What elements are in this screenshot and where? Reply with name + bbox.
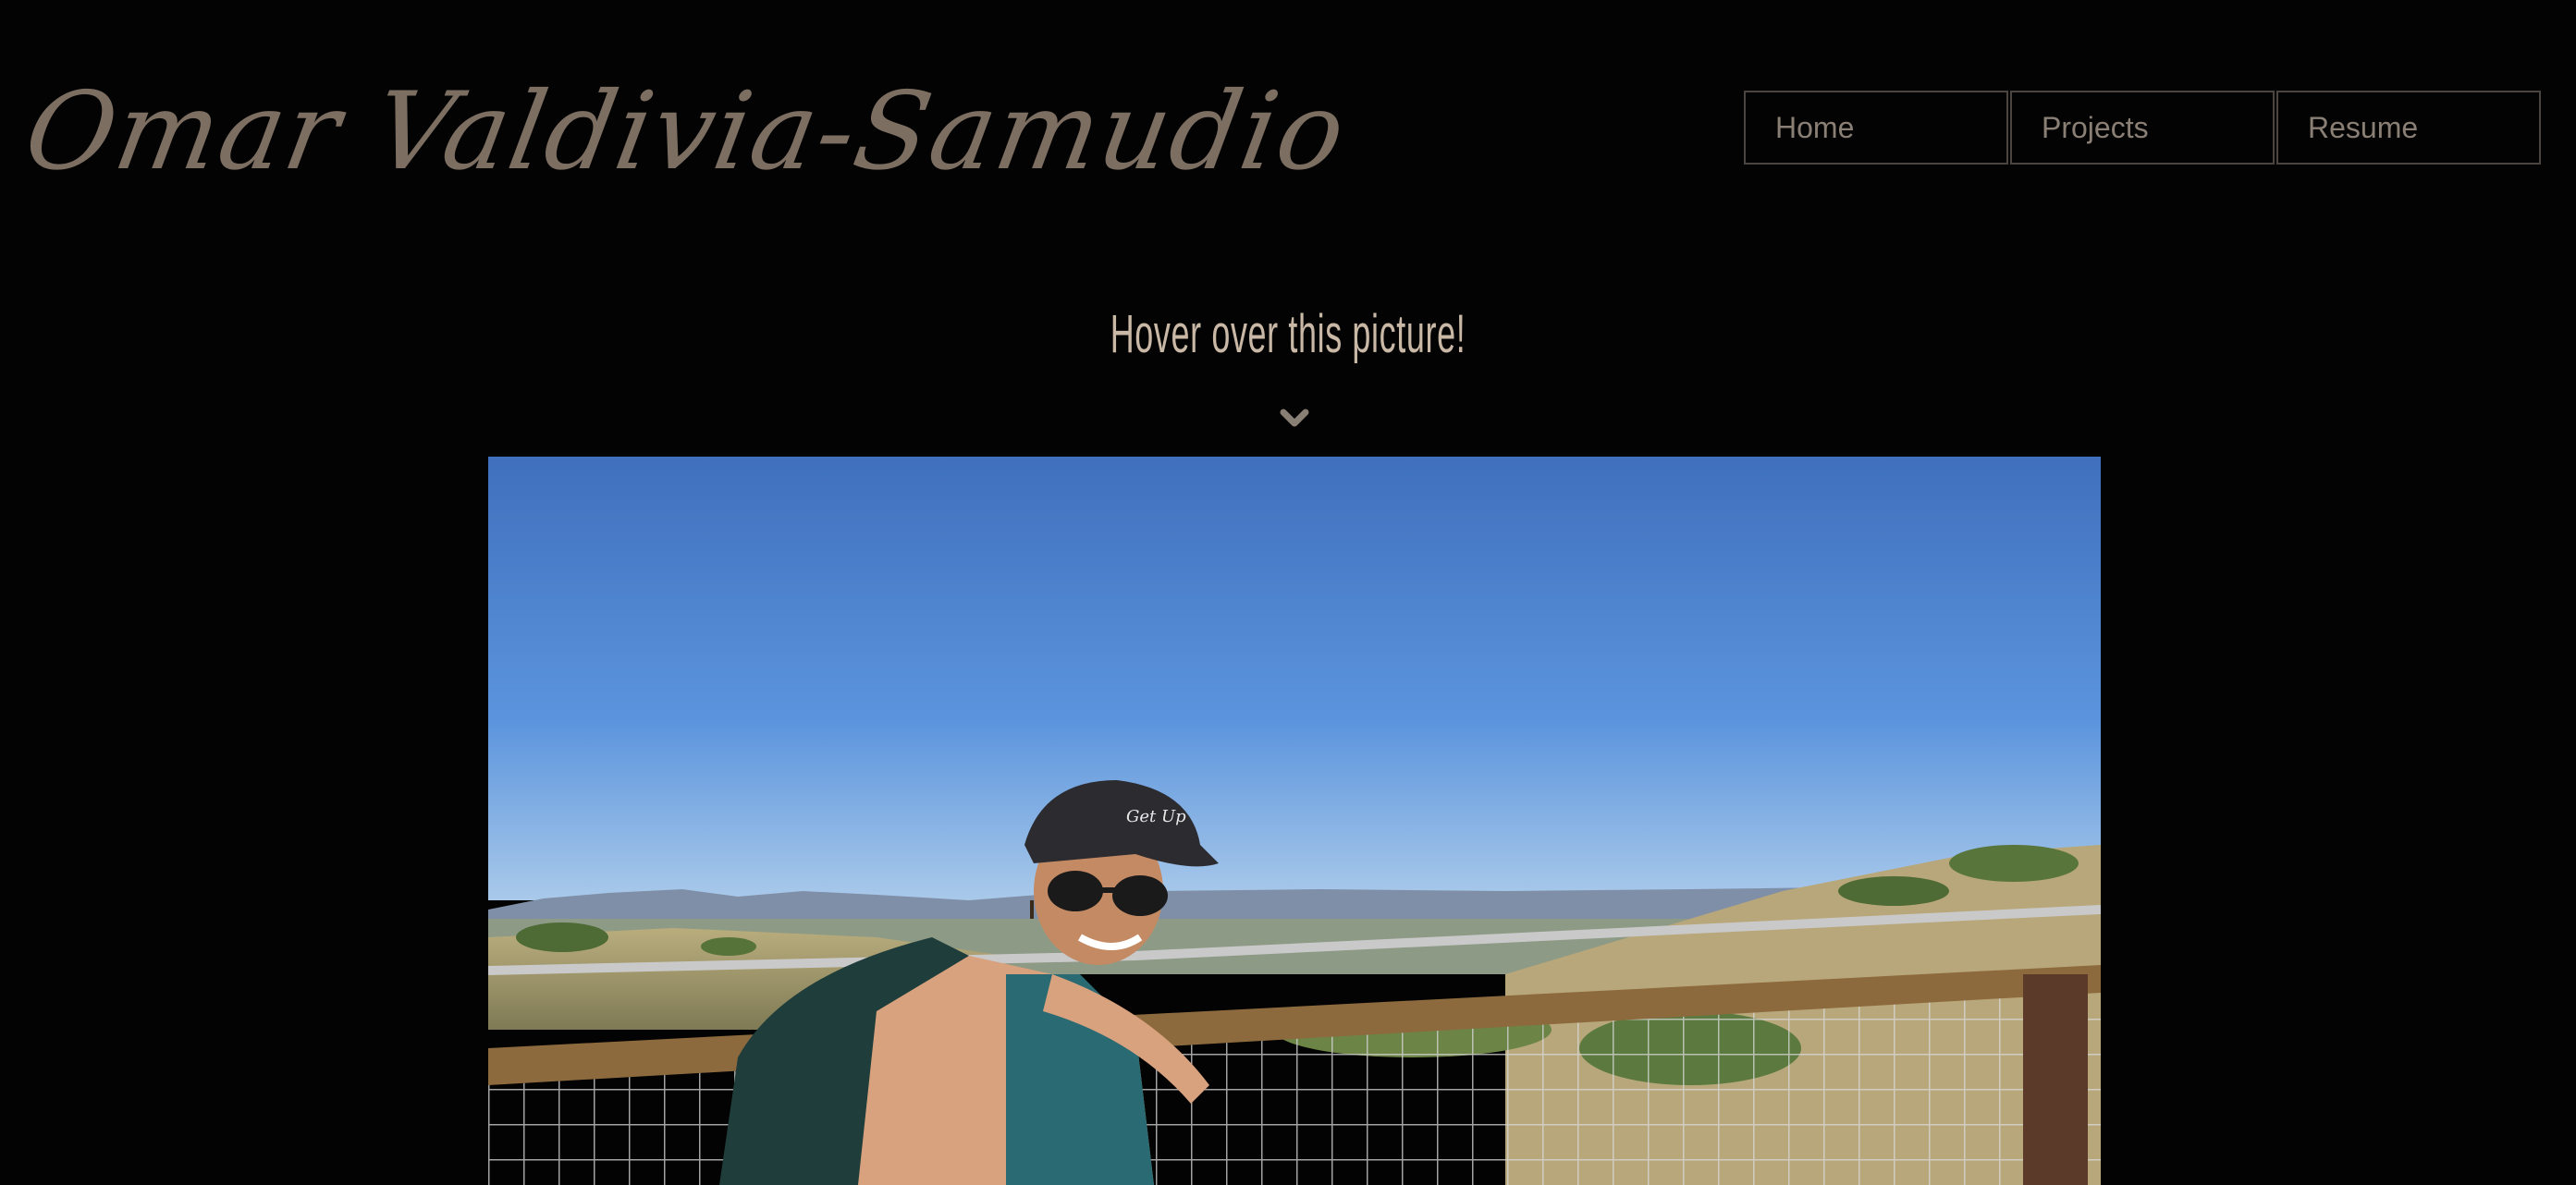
nav-projects-button[interactable]: Projects <box>2010 91 2275 165</box>
nav-home-button[interactable]: Home <box>1744 91 2008 165</box>
nav-resume-button[interactable]: Resume <box>2276 91 2541 165</box>
hover-heading: Hover over this picture! <box>1110 304 1466 364</box>
hiking-photo-illustration: Get Up <box>488 457 2101 1185</box>
profile-photo[interactable]: Get Up <box>488 457 2101 1185</box>
site-title: Omar Valdivia-Samudio <box>16 69 1356 194</box>
main-nav: Home Projects Resume <box>1744 91 2541 165</box>
chevron-down-icon <box>1280 409 1309 427</box>
hat-text: Get Up <box>1126 807 1186 826</box>
